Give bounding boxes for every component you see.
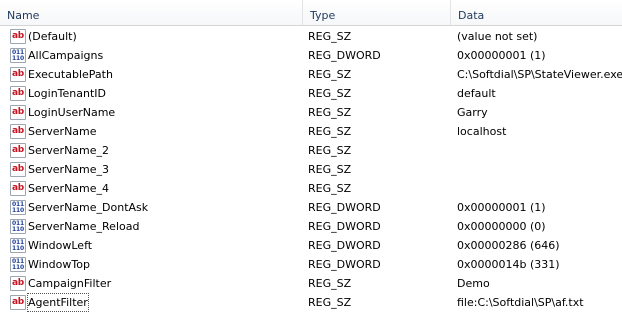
value-data-cell [457,141,622,160]
value-type-cell: REG_SZ [308,182,352,195]
value-type-cell: REG_SZ [308,144,352,157]
value-name-label: ServerName_2 [28,144,110,157]
string-value-icon: ab [10,124,26,139]
value-data-cell [457,179,622,198]
string-value-icon: ab [10,143,26,158]
value-data-cell [457,160,622,179]
table-row[interactable]: 011 110 ServerName_Reload REG_DWORD 0x000000… [0,217,622,236]
value-type-cell: REG_DWORD [308,220,381,233]
registry-values-list: ab (Default) REG_SZ (value not set) 011 110 Al… [0,27,622,312]
value-name-label: WindowLeft [28,239,93,252]
value-data-cell: default [457,87,496,100]
value-type-cell: REG_SZ [308,125,352,138]
value-name-cell: ab ServerName_3 [10,160,302,179]
value-name-label: AllCampaigns [28,49,104,62]
value-name-label: ServerName_3 [28,163,110,176]
value-name-label: (Default) [28,30,77,43]
table-row[interactable]: ab ExecutablePath REG_SZ C:\Softdial\SP\Sta… [0,65,622,84]
table-row[interactable]: ab ServerName_4 REG_SZ [0,179,622,198]
value-name-cell: 011 110 AllCampaigns [10,46,302,65]
value-type-cell: REG_DWORD [308,258,381,271]
table-row[interactable]: 011 110 AllCampaigns REG_DWORD 0x00000001 (1… [0,46,622,65]
value-type-cell: REG_SZ [308,277,352,290]
value-type-cell: REG_SZ [308,87,352,100]
value-name-label: ExecutablePath [28,68,113,81]
table-row[interactable]: 011 110 ServerName_DontAsk REG_DWORD 0x00000… [0,198,622,217]
value-data-cell: 0x00000001 (1) [457,201,546,214]
value-data-cell: Garry [457,106,488,119]
value-type-cell: REG_SZ [308,30,352,43]
table-row[interactable]: 011 110 WindowLeft REG_DWORD 0x00000286 (646… [0,236,622,255]
value-data-cell: 0x00000000 (0) [457,220,546,233]
value-name-label: CampaignFilter [28,277,112,290]
value-name-cell: ab (Default) [10,27,302,46]
value-name-cell: 011 110 ServerName_Reload [10,217,302,236]
binary-value-icon: 011 110 [10,238,26,253]
column-header-bar: Name Type Data [0,0,622,26]
column-header-name[interactable]: Name [0,0,302,25]
string-value-icon: ab [10,105,26,120]
value-name-label: LoginTenantID [28,87,107,100]
value-name-cell: ab CampaignFilter [10,274,302,293]
value-name-cell: ab LoginTenantID [10,84,302,103]
string-value-icon: ab [10,295,26,310]
value-name-cell: ab AgentFilter [10,293,302,312]
table-row[interactable]: ab (Default) REG_SZ (value not set) [0,27,622,46]
string-value-icon: ab [10,67,26,82]
table-row[interactable]: ab LoginTenantID REG_SZ default [0,84,622,103]
binary-value-icon: 011 110 [10,48,26,63]
value-name-cell: 011 110 ServerName_DontAsk [10,198,302,217]
table-row[interactable]: ab AgentFilter REG_SZ file:C:\Softdial\SP\a… [0,293,622,312]
binary-value-icon: 011 110 [10,257,26,272]
value-name-cell: ab ServerName_2 [10,141,302,160]
value-data-cell: Demo [457,277,490,290]
value-type-cell: REG_SZ [308,68,352,81]
value-name-cell: ab LoginUserName [10,103,302,122]
value-data-cell: file:C:\Softdial\SP\af.txt [457,296,584,309]
value-name-cell: 011 110 WindowLeft [10,236,302,255]
binary-value-icon: 011 110 [10,219,26,234]
value-type-cell: REG_DWORD [308,239,381,252]
value-data-cell: 0x0000014b (331) [457,258,560,271]
string-value-icon: ab [10,276,26,291]
value-name-label: WindowTop [28,258,90,271]
table-row[interactable]: ab ServerName_3 REG_SZ [0,160,622,179]
string-value-icon: ab [10,181,26,196]
table-row[interactable]: 011 110 WindowTop REG_DWORD 0x0000014b (331) [0,255,622,274]
value-data-cell: C:\Softdial\SP\StateViewer.exe [457,68,622,81]
value-data-cell: 0x00000286 (646) [457,239,560,252]
value-name-cell: ab ServerName [10,122,302,141]
value-type-cell: REG_SZ [308,296,352,309]
column-header-data[interactable]: Data [450,0,622,25]
string-value-icon: ab [10,162,26,177]
table-row[interactable]: ab LoginUserName REG_SZ Garry [0,103,622,122]
value-data-cell: (value not set) [457,30,538,43]
value-name-cell: 011 110 WindowTop [10,255,302,274]
value-name-label: ServerName_4 [28,182,110,195]
table-row[interactable]: ab ServerName REG_SZ localhost [0,122,622,141]
string-value-icon: ab [10,29,26,44]
value-name-cell: ab ExecutablePath [10,65,302,84]
string-value-icon: ab [10,86,26,101]
column-header-type[interactable]: Type [302,0,450,25]
value-data-cell: 0x00000001 (1) [457,49,546,62]
binary-value-icon: 011 110 [10,200,26,215]
value-name-cell: ab ServerName_4 [10,179,302,198]
value-type-cell: REG_DWORD [308,201,381,214]
table-row[interactable]: ab ServerName_2 REG_SZ [0,141,622,160]
value-name-label: ServerName_Reload [28,220,140,233]
value-name-label: AgentFilter [27,293,89,312]
table-row[interactable]: ab CampaignFilter REG_SZ Demo [0,274,622,293]
value-name-label: ServerName [28,125,97,138]
value-type-cell: REG_SZ [308,163,352,176]
value-name-label: ServerName_DontAsk [28,201,149,214]
value-data-cell: localhost [457,125,507,138]
value-type-cell: REG_SZ [308,106,352,119]
value-type-cell: REG_DWORD [308,49,381,62]
value-name-label: LoginUserName [28,106,116,119]
